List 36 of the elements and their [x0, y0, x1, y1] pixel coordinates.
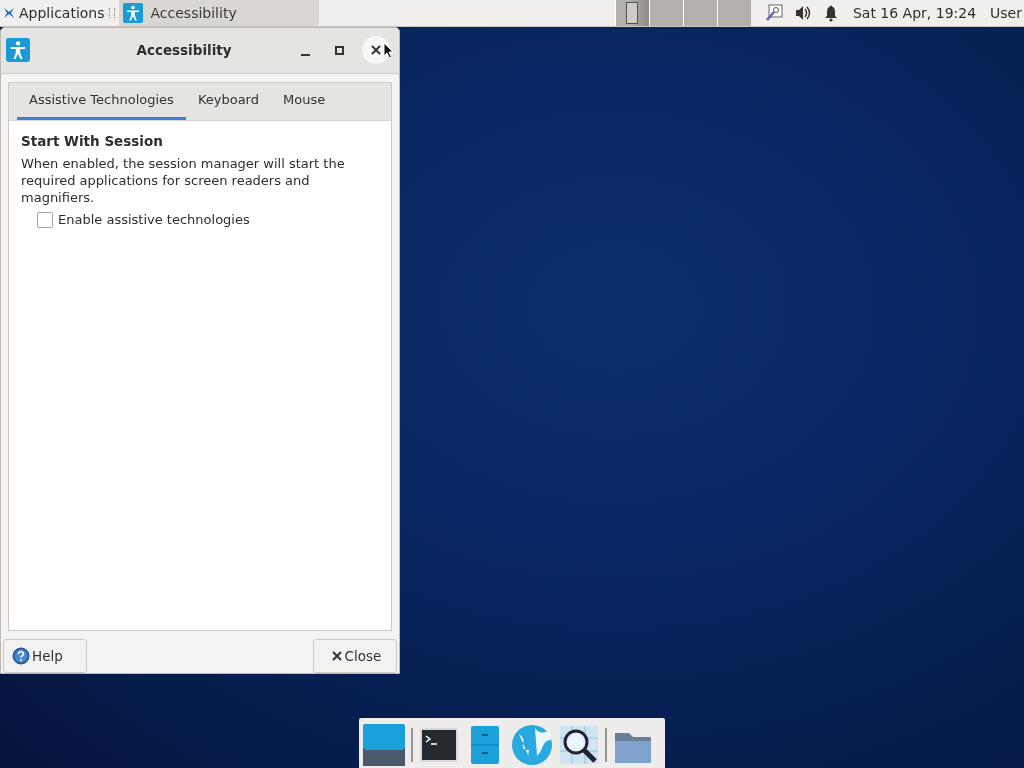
close-window-button[interactable] [362, 36, 390, 65]
desktop-icon [363, 724, 405, 766]
terminal-launcher[interactable] [419, 725, 459, 765]
help-icon [12, 647, 30, 665]
magnifying-glass-launcher[interactable] [559, 725, 599, 765]
minimize-icon [300, 54, 310, 57]
description: When enabled, the session manager will start the required applications for screen readers and magnifiers. [21, 154, 346, 206]
workspace-button[interactable] [648, 0, 683, 26]
clock[interactable]: Sat 16 Apr, 19:24 [852, 5, 977, 21]
magnifying-glass-icon [559, 725, 599, 765]
panel-handle[interactable] [108, 8, 115, 18]
workspace-button[interactable] [614, 0, 649, 26]
x-logo-icon [2, 6, 16, 20]
checkbox[interactable]: Enable assistive technologies [37, 211, 250, 228]
tab[interactable]: Keyboard [185, 82, 271, 120]
accessibility-icon [122, 3, 143, 23]
globe-launcher[interactable] [511, 724, 553, 766]
taskbar-button[interactable]: Accessibility [118, 0, 319, 26]
tab[interactable]: Mouse [271, 82, 338, 120]
terminal-icon [419, 725, 459, 765]
mouse-pointer-icon [383, 42, 394, 59]
window-title: Accessibility [135, 42, 233, 59]
accessibility-icon [6, 38, 30, 63]
volume-icon [794, 4, 811, 22]
close-icon [371, 45, 381, 56]
maximize-icon [334, 45, 344, 55]
help-button[interactable]: Help [3, 639, 87, 673]
close-button[interactable]: Close [313, 639, 397, 673]
magnifier-icon [764, 4, 783, 22]
tab[interactable]: Assistive Technologies [17, 82, 186, 120]
section-title: Start With Session [21, 132, 164, 149]
desktop-launcher[interactable] [363, 724, 405, 766]
user-menu[interactable]: User [990, 5, 1022, 21]
window-thumbnail [626, 2, 639, 24]
applications-menu[interactable]: Applications [0, 0, 107, 26]
globe-icon [511, 724, 553, 766]
